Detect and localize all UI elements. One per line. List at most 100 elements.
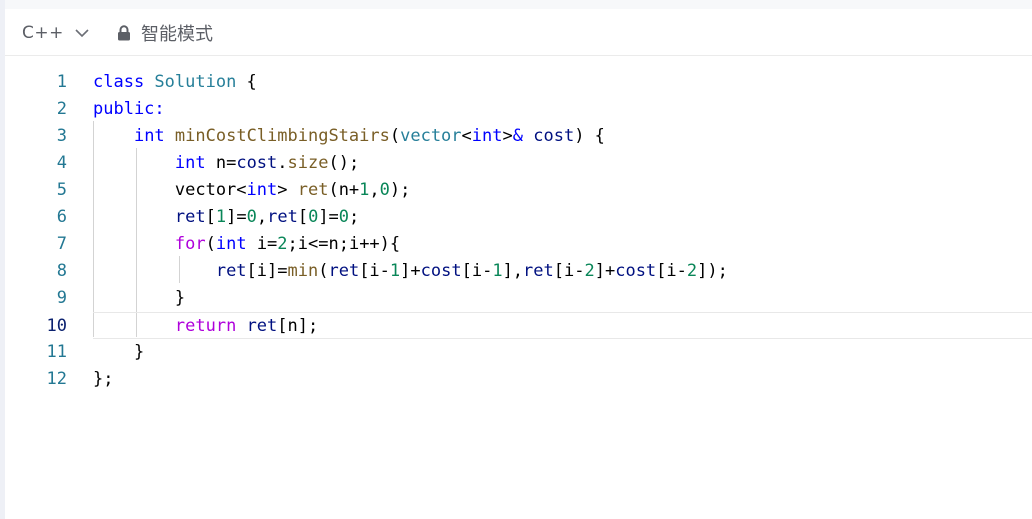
code-line[interactable]: 3 int minCostClimbingStairs(vector<int>&…	[5, 123, 1032, 150]
code-text: };	[93, 366, 113, 393]
code-token: for	[174, 234, 206, 254]
language-label: C++	[22, 23, 64, 43]
code-line[interactable]: 12};	[5, 366, 1032, 393]
code-token: ]=	[318, 207, 339, 227]
line-number: 11	[46, 342, 67, 362]
code-token: ],	[502, 261, 524, 281]
language-dropdown[interactable]: C++	[22, 21, 90, 45]
code-token: minCostClimbingStairs	[174, 126, 390, 146]
code-token: 2	[277, 234, 288, 254]
code-token: int	[246, 180, 278, 200]
code-token: Solution	[154, 72, 237, 92]
code-token: n=	[205, 153, 237, 173]
code-token: ret	[267, 207, 298, 227]
code-token: ret	[523, 261, 554, 281]
code-token: vector	[400, 126, 462, 146]
code-token: ;i<=n;i++){	[287, 234, 401, 254]
code-line[interactable]: 4 int n=cost.size();	[5, 150, 1032, 177]
code-text: }	[93, 339, 144, 366]
code-token: ret	[174, 207, 206, 227]
code-token: ]=	[226, 207, 247, 227]
code-token: ();	[328, 153, 360, 173]
chevron-down-icon	[75, 29, 89, 38]
mode-indicator[interactable]: 智能模式	[117, 21, 213, 45]
code-token: 1	[215, 207, 227, 227]
code-token: i=	[246, 234, 278, 254]
code-token: ) {	[574, 126, 605, 146]
code-text: }	[93, 285, 185, 312]
code-token: .	[277, 153, 288, 173]
line-number: 8	[56, 261, 67, 281]
code-text: class Solution {	[93, 69, 257, 96]
code-token: [n];	[277, 316, 319, 336]
code-token: [i-	[359, 261, 390, 281]
top-edge	[5, 0, 1032, 9]
code-token: int	[471, 126, 503, 146]
lock-icon	[118, 25, 130, 41]
code-token: ]+	[594, 261, 616, 281]
line-number: 6	[56, 207, 67, 227]
line-number: 2	[56, 99, 67, 119]
code-token: vector<	[93, 180, 247, 200]
line-number: 10	[46, 316, 67, 336]
code-token: 2	[584, 261, 595, 281]
code-token: >	[502, 126, 513, 146]
code-token: 1	[492, 261, 503, 281]
code-token: <	[461, 126, 472, 146]
code-token: 1	[359, 180, 370, 200]
code-token: cost	[420, 261, 462, 281]
code-token: 2	[686, 261, 698, 281]
code-line[interactable]: 11 }	[5, 339, 1032, 366]
code-line[interactable]: 8 ret[i]=min(ret[i-1]+cost[i-1],ret[i-2]…	[5, 258, 1032, 285]
code-token: min	[287, 261, 319, 281]
line-number: 7	[56, 234, 67, 254]
code-line[interactable]: 1 class Solution {	[5, 69, 1032, 96]
mode-label: 智能模式	[141, 24, 213, 45]
code-token: 0	[338, 207, 350, 227]
code-token: 0	[379, 180, 390, 200]
code-token: int	[133, 126, 165, 146]
code-line[interactable]: 5 vector<int> ret(n+1,0);	[5, 177, 1032, 204]
code-token: (	[205, 234, 216, 254]
code-text: vector<int> ret(n+1,0);	[93, 177, 411, 204]
code-token: }	[93, 288, 186, 308]
code-token: );	[389, 180, 411, 200]
code-token: cost	[533, 126, 575, 146]
code-token: cost	[236, 153, 278, 173]
line-number: 3	[56, 126, 67, 146]
code-line[interactable]: 10 return ret[n];	[47, 312, 1032, 340]
code-text: ret[1]=0,ret[0]=0;	[93, 204, 359, 231]
code-token: (n+	[328, 180, 360, 200]
code-token: int	[215, 234, 247, 254]
code-token: cost	[615, 261, 657, 281]
line-number: 4	[56, 153, 67, 173]
code-token: [i-	[461, 261, 493, 281]
code-token: [	[205, 207, 216, 227]
code-token: public:	[93, 99, 165, 119]
code-token: ]+	[400, 261, 421, 281]
code-token: 1	[389, 261, 401, 281]
code-editor[interactable]: 1 class Solution {2 public: 3 int minCostCl…	[5, 57, 1032, 519]
code-text: for(int i=2;i<=n;i++){	[93, 231, 400, 258]
code-token: 0	[246, 207, 257, 227]
code-line[interactable]: 7 for(int i=2;i<=n;i++){	[5, 231, 1032, 258]
code-line[interactable]: 6 ret[1]=0,ret[0]=0;	[5, 204, 1032, 231]
code-text: int minCostClimbingStairs(vector<int>& c…	[93, 123, 605, 150]
code-token: size	[287, 153, 329, 173]
code-line[interactable]: 2 public:	[5, 96, 1032, 123]
code-token: ret	[297, 180, 329, 200]
editor-toolbar: C++ 智能模式	[5, 9, 1032, 56]
code-token: ret	[215, 261, 247, 281]
code-token: >	[277, 180, 298, 200]
code-token: ;	[349, 207, 360, 227]
code-token: };	[93, 369, 114, 389]
code-text: return ret[n];	[93, 313, 318, 340]
code-line[interactable]: 9 }	[5, 285, 1032, 312]
code-token: return	[174, 316, 237, 336]
